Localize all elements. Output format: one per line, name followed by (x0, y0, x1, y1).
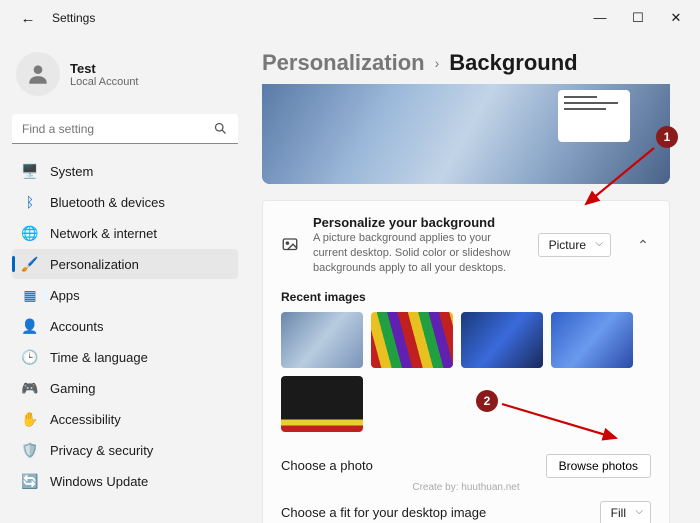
breadcrumb-parent[interactable]: Personalization (262, 50, 425, 76)
recent-image-thumb[interactable] (461, 312, 543, 368)
fit-dropdown[interactable]: Fill (600, 501, 651, 523)
nav-label: Privacy & security (50, 443, 153, 458)
nav-label: Personalization (50, 257, 139, 272)
sidebar-item-accessibility[interactable]: ✋ Accessibility (12, 404, 238, 434)
card-description: A picture background applies to your cur… (313, 231, 524, 276)
nav-icon: 🔄 (22, 473, 38, 489)
sidebar-item-gaming[interactable]: 🎮 Gaming (12, 373, 238, 403)
choose-fit-label: Choose a fit for your desktop image (281, 505, 486, 520)
nav-label: Time & language (50, 350, 148, 365)
nav-label: Windows Update (50, 474, 148, 489)
breadcrumb: Personalization › Background (262, 36, 670, 84)
recent-image-thumb[interactable] (551, 312, 633, 368)
person-icon (25, 61, 51, 87)
nav-icon: 🌐 (22, 225, 38, 241)
user-name: Test (70, 61, 139, 76)
sidebar: Test Local Account 🖥️ System ᛒ Bluetooth & … (0, 36, 250, 523)
nav-label: Bluetooth & devices (50, 195, 165, 210)
personalize-background-card: Personalize your background A picture ba… (262, 200, 670, 523)
preview-window (558, 90, 630, 142)
user-subtitle: Local Account (70, 76, 139, 88)
sidebar-item-bluetooth-devices[interactable]: ᛒ Bluetooth & devices (12, 187, 238, 217)
recent-image-thumb[interactable] (281, 376, 363, 432)
recent-images-label: Recent images (281, 290, 651, 304)
close-button[interactable]: ✕ (666, 10, 686, 26)
card-title: Personalize your background (313, 215, 524, 230)
nav-icon: 🖥️ (22, 163, 38, 179)
sidebar-item-accounts[interactable]: 👤 Accounts (12, 311, 238, 341)
chevron-right-icon: › (435, 55, 440, 71)
recent-images-grid (281, 312, 651, 432)
collapse-button[interactable]: ⌃ (635, 237, 651, 254)
browse-photos-button[interactable]: Browse photos (546, 454, 651, 478)
image-icon (281, 236, 299, 254)
desktop-preview (262, 84, 670, 184)
background-type-dropdown[interactable]: Picture (538, 233, 611, 257)
sidebar-item-network-internet[interactable]: 🌐 Network & internet (12, 218, 238, 248)
nav-icon: 🛡️ (22, 442, 38, 458)
back-button[interactable]: ← (16, 6, 40, 30)
nav-label: Apps (50, 288, 80, 303)
maximize-button[interactable]: ☐ (628, 10, 648, 26)
sidebar-item-apps[interactable]: ▦ Apps (12, 280, 238, 310)
nav-icon: 🕒 (22, 349, 38, 365)
title-bar: ← Settings — ☐ ✕ (0, 0, 700, 36)
nav-icon: 🖌️ (22, 256, 38, 272)
search-icon (213, 121, 228, 136)
recent-image-thumb[interactable] (371, 312, 453, 368)
main-panel: Personalization › Background Personalize… (250, 36, 700, 523)
nav-label: Network & internet (50, 226, 157, 241)
nav-icon: 👤 (22, 318, 38, 334)
nav-list: 🖥️ System ᛒ Bluetooth & devices 🌐 Network & i… (12, 156, 238, 496)
avatar (16, 52, 60, 96)
nav-icon: ᛒ (22, 194, 38, 210)
nav-icon: ✋ (22, 411, 38, 427)
nav-label: Accounts (50, 319, 103, 334)
nav-icon: ▦ (22, 287, 38, 303)
sidebar-item-personalization[interactable]: 🖌️ Personalization (12, 249, 238, 279)
breadcrumb-current: Background (449, 50, 577, 76)
recent-image-thumb[interactable] (281, 312, 363, 368)
window-controls: — ☐ ✕ (590, 10, 692, 26)
sidebar-item-privacy-security[interactable]: 🛡️ Privacy & security (12, 435, 238, 465)
nav-label: System (50, 164, 93, 179)
user-block[interactable]: Test Local Account (12, 44, 238, 114)
sidebar-item-windows-update[interactable]: 🔄 Windows Update (12, 466, 238, 496)
sidebar-item-system[interactable]: 🖥️ System (12, 156, 238, 186)
nav-icon: 🎮 (22, 380, 38, 396)
search-input[interactable] (12, 114, 238, 144)
search-box[interactable] (12, 114, 238, 144)
sidebar-item-time-language[interactable]: 🕒 Time & language (12, 342, 238, 372)
annotation-badge-1: 1 (656, 126, 678, 148)
app-title: Settings (52, 11, 95, 25)
annotation-badge-2: 2 (476, 390, 498, 412)
nav-label: Gaming (50, 381, 96, 396)
nav-label: Accessibility (50, 412, 121, 427)
minimize-button[interactable]: — (590, 10, 610, 26)
choose-photo-label: Choose a photo (281, 458, 373, 473)
watermark: Create by: huuthuan.net (281, 482, 651, 493)
